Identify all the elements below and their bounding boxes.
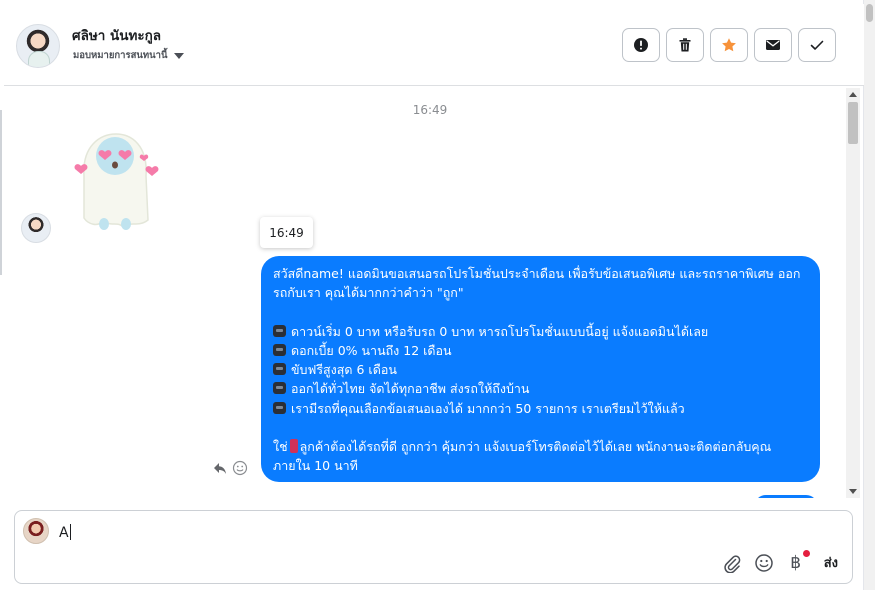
page-scrollbar[interactable] (864, 0, 875, 590)
mark-unread-button[interactable] (754, 28, 792, 62)
message-bullet: ขับฟรีสูงสุด 6 เดือน (273, 360, 808, 379)
scroll-up-arrow-icon[interactable] (849, 92, 857, 97)
message-thread[interactable]: 16:49 16:49 สวัสดีname! แอดมินขอเสนอรถโป… (4, 88, 864, 498)
caret-down-icon (173, 52, 184, 59)
message-composer[interactable]: A ฿ ส่ง (14, 510, 853, 584)
message-bullet: ดาวน์เริ่ม 0 บาท หรือรับรถ 0 บาท หารถโปร… (273, 322, 808, 341)
ghost-love-sticker[interactable] (68, 128, 164, 240)
conversation-header: ศลิษา นันทะกูล มอบหมายการสนทนานี้ (4, 4, 864, 86)
checkmark-icon (810, 40, 824, 50)
paperclip-icon[interactable] (722, 553, 742, 573)
car-emoji-icon (273, 382, 286, 395)
message-hover-actions (212, 460, 248, 476)
react-emoji-icon[interactable] (232, 460, 248, 476)
spam-button[interactable] (622, 28, 660, 62)
assign-label: มอบหมายการสนทนานี้ (73, 50, 168, 61)
contact-avatar[interactable] (16, 24, 60, 68)
payment-request-button[interactable]: ฿ (786, 549, 810, 573)
message-closing: ใช่ ลูกค้าต้องได้รถที่ดี ถูกกว่า คุ้มกว่า… (273, 439, 772, 474)
composer-tools: ฿ ส่ง (722, 549, 838, 573)
time-tooltip: 16:49 (260, 217, 313, 248)
next-message-bubble[interactable] (754, 495, 818, 498)
car-emoji-icon (273, 401, 286, 414)
page-avatar (23, 518, 49, 544)
sender-avatar[interactable] (21, 213, 51, 243)
page-scrollbar-thumb[interactable] (866, 4, 873, 22)
emoji-icon[interactable] (754, 553, 774, 573)
contact-name[interactable]: ศลิษา นันทะกูล (72, 24, 161, 46)
alert-circle-icon (634, 38, 648, 52)
outgoing-message-bubble[interactable]: สวัสดีname! แอดมินขอเสนอรถโปรโมชั่นประจำ… (261, 256, 820, 482)
car-emoji-icon (273, 343, 286, 356)
car-emoji-icon (273, 363, 286, 376)
exclamation-emoji-icon (289, 439, 298, 454)
envelope-icon (766, 40, 780, 50)
message-bullet: ดอกเบี้ย 0% นานถึง 12 เดือน (273, 341, 808, 360)
notification-dot (802, 549, 810, 557)
left-divider (0, 110, 2, 275)
baht-icon: ฿ (790, 552, 802, 573)
message-timestamp: 16:49 (412, 103, 448, 117)
car-emoji-icon (273, 324, 286, 337)
message-greeting: สวัสดีname! แอดมินขอเสนอรถโปรโมชั่นประจำ… (273, 266, 801, 301)
scroll-down-arrow-icon[interactable] (849, 489, 857, 494)
send-button[interactable]: ส่ง (824, 552, 838, 573)
chat-window: ศลิษา นันทะกูล มอบหมายการสนทนานี้ 16:49 (0, 0, 864, 590)
done-button[interactable] (798, 28, 836, 62)
star-icon (722, 38, 736, 52)
message-input[interactable]: A (59, 524, 71, 541)
delete-button[interactable] (666, 28, 704, 62)
header-actions (622, 28, 836, 62)
assign-conversation-dropdown[interactable]: มอบหมายการสนทนานี้ (73, 48, 184, 63)
star-button[interactable] (710, 28, 748, 62)
thread-scrollbar[interactable] (846, 88, 860, 498)
trash-icon (679, 38, 691, 52)
reply-icon[interactable] (212, 460, 228, 476)
message-bullet: เรามีรถที่คุณเลือกข้อเสนอเองได้ มากกว่า … (273, 399, 808, 418)
scrollbar-thumb[interactable] (848, 102, 858, 144)
message-bullet: ออกได้ทั่วไทย จัดได้ทุกอาชีพ ส่งรถให้ถึง… (273, 379, 808, 398)
